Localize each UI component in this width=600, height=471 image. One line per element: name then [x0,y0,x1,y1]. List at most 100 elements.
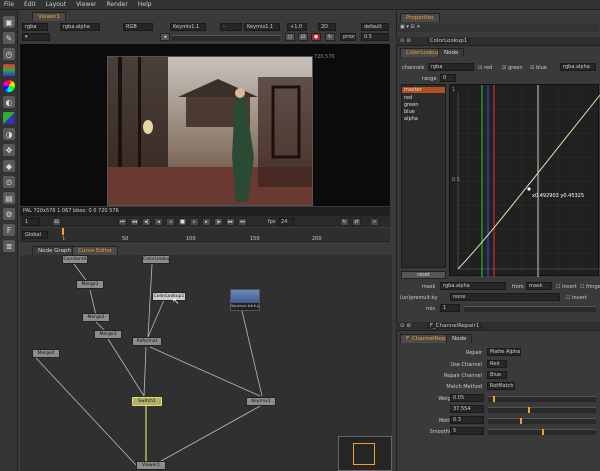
step-forward-button[interactable]: |▸ [214,218,223,226]
play-back-button[interactable]: ◂ [154,218,163,226]
smoothing-iterations-field[interactable]: 5 [450,427,484,435]
input-b-select[interactable]: Keymix1.1 [244,23,280,31]
tab-viewer1[interactable]: Viewer1 [32,12,67,21]
node-merge2[interactable]: Merge2 [82,313,110,322]
premult-select[interactable]: none [450,293,560,301]
gain-down-button[interactable]: ◂ [160,33,170,41]
weight-threshold-slider[interactable] [488,396,596,402]
fps-field[interactable]: 24 [278,218,294,226]
loop-button[interactable]: ↻ [340,218,349,226]
node-keymix1[interactable]: Keymix1 [246,397,276,406]
image-icon[interactable]: ▣ [3,16,15,28]
skip-button[interactable]: » [370,218,379,226]
node-reformat[interactable]: Reformat [132,337,162,346]
menu-file[interactable]: File [4,1,14,8]
bounce-button[interactable]: ⇄ [352,218,361,226]
repair-channel-select[interactable]: Blue [487,371,507,379]
minimap-viewport[interactable] [353,443,375,465]
weight-threshold-handle[interactable] [493,396,496,402]
step-back-button[interactable]: ◂| [142,218,151,226]
channel-master[interactable]: master [402,87,445,93]
from-select[interactable]: mask [526,282,552,290]
motion-threshold-handle[interactable] [520,418,523,424]
merge-icon[interactable]: ◑ [3,128,15,140]
stop-button[interactable]: ■ [178,218,187,226]
channel-red[interactable]: red [404,95,412,101]
color-wheel-icon[interactable] [3,80,15,92]
curve-channel-list[interactable]: master red green blue alpha [401,84,446,268]
channelrepair-name[interactable]: F_ChannelRepair1 [426,323,483,329]
plugins-icon[interactable]: ≣ [3,240,15,252]
mix-field[interactable]: 1 [440,304,460,312]
frame-ruler[interactable]: Global 1 50 100 150 200 [20,228,390,242]
node-merge4[interactable]: Merge4 [32,349,60,358]
reset-button[interactable]: reset [401,271,446,279]
motion-threshold-field[interactable]: 0.3 [450,416,484,424]
node-merge3[interactable]: Merge3 [94,330,122,339]
range-field[interactable]: 0 [440,74,456,82]
motion-threshold-slider[interactable] [488,418,596,424]
bin-icon[interactable]: ▣ ▾ ⊟ ✕ [400,24,420,30]
node-constant[interactable]: Constant4 [62,255,88,264]
smoothing-iterations-slider[interactable] [488,429,596,435]
clip-button[interactable]: ○ [285,33,295,41]
invert-checkbox[interactable]: ☐ invert [556,284,577,290]
range-lock-icon[interactable]: ⊟ [52,218,61,226]
range-mode-select[interactable]: Global [22,231,48,239]
brush-icon[interactable]: ✎ [3,32,15,44]
tab-channelrepair-node[interactable]: Node [446,334,473,343]
lut-select[interactable]: default [361,23,389,31]
channels-select[interactable]: rgba [428,63,474,71]
wipe-select[interactable]: - [220,23,242,31]
mix-slider[interactable] [464,306,596,312]
tab-properties[interactable]: Properties [400,13,440,22]
next-keyframe-button[interactable]: ▸▸ [226,218,235,226]
keyer-icon[interactable] [3,112,15,124]
colorspace-select[interactable]: RGB [123,23,153,31]
lookup-curve-editor[interactable]: 1 0.5 x0.492903 y0.45325 [449,84,600,277]
channel-alpha[interactable]: alpha [404,116,418,122]
fringe-checkbox[interactable]: ☐ fringe [580,284,600,290]
blocksize-handle[interactable] [527,407,530,413]
node-graph-canvas[interactable]: Constant4 Merge1 Merge2 Merge3 Merge4 Co… [20,255,392,471]
colorlookup-name[interactable]: ColorLookup1 [426,38,471,44]
refresh-icon[interactable]: ↻ [325,33,335,41]
play-button[interactable]: ▸ [202,218,211,226]
roi-select[interactable]: ▾ [22,33,50,41]
blocksize-field[interactable]: 37.554 [450,405,484,413]
zoom-select[interactable]: 0.5 [361,33,389,41]
node-colorlookup-top[interactable]: ColorLookup1 [142,255,170,264]
use-channel-select[interactable]: Red [487,360,507,368]
tab-curve-editor[interactable]: Curve Editor [72,246,119,255]
node-graph-minimap[interactable] [338,436,392,471]
frame-field[interactable]: 1 [22,218,40,226]
menu-render[interactable]: Render [106,1,127,8]
channelrepair-header[interactable]: ⊙ ⊘ F_ChannelRepair1 [396,322,600,331]
record-button[interactable]: ● [311,33,321,41]
input-a-select[interactable]: Keymix1.1 [170,23,206,31]
node-switch1[interactable]: Switch1 [132,397,162,406]
first-frame-button[interactable]: ⏮ [118,218,127,226]
other-icon[interactable]: ⚙ [3,208,15,220]
metadata-icon[interactable]: ▤ [3,192,15,204]
smoothing-iterations-handle[interactable] [542,429,544,435]
alpha-channel-select[interactable]: rgba.alpha [560,63,596,71]
transform-icon[interactable]: ✥ [3,144,15,156]
node-merge1[interactable]: Merge1 [76,280,104,289]
furnace-icon[interactable]: F [3,224,15,236]
channel-green[interactable]: green [404,102,418,108]
blue-checkbox[interactable]: ☑ blue [530,65,547,71]
views-icon[interactable]: ⊙ [3,176,15,188]
last-frame-button[interactable]: ⏭ [238,218,247,226]
time-icon[interactable]: ◷ [3,48,15,60]
tab-node-graph[interactable]: Node Graph [32,246,77,255]
channel-blue[interactable]: blue [404,109,415,115]
invert2-checkbox[interactable]: ☐ invert [566,295,587,301]
next-frame-button[interactable]: ▹ [190,218,199,226]
gain-slider[interactable] [172,35,280,41]
mask-select[interactable]: rgba.alpha [440,282,506,290]
node-read-sequence[interactable]: Squence.###.jpg [230,289,260,311]
channel-select[interactable]: rgba [22,23,48,31]
prev-frame-button[interactable]: ◃ [166,218,175,226]
proxy-toggle[interactable]: proxy [340,33,356,41]
